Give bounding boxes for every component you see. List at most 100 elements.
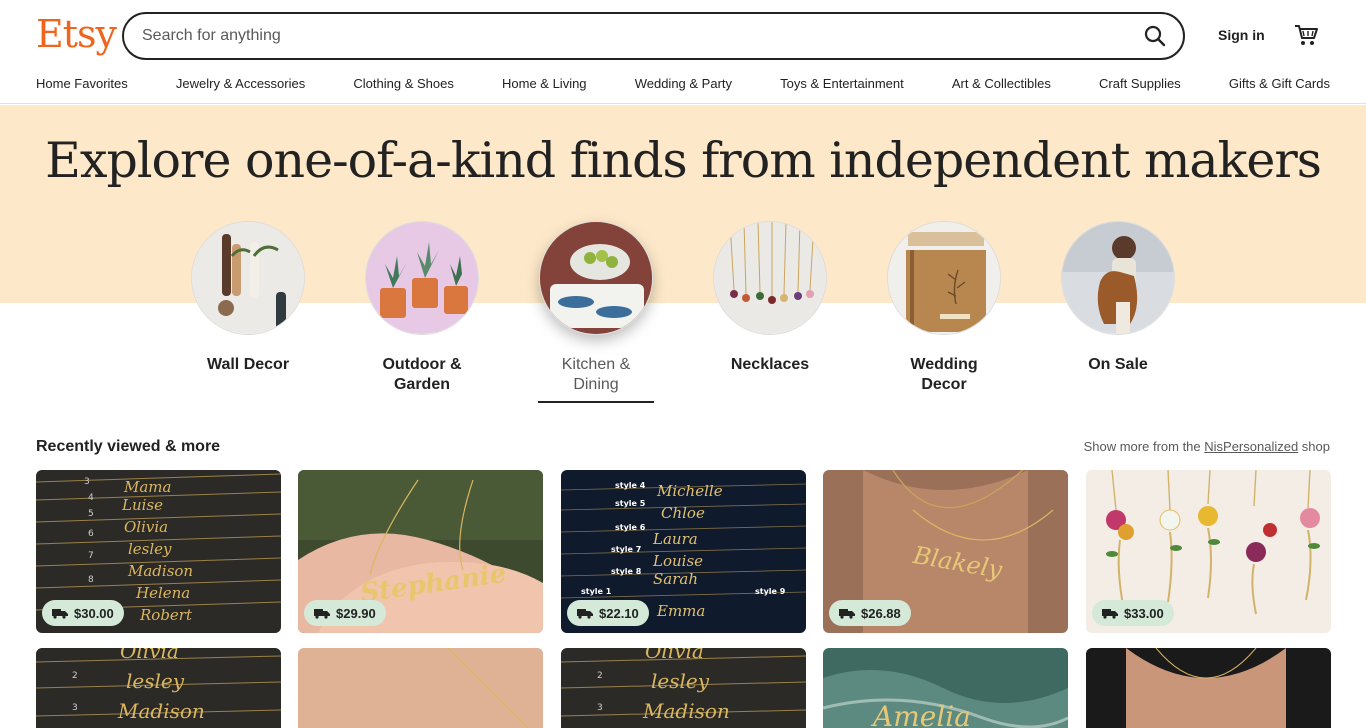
category-label: Outdoor & Garden [382,356,462,393]
price-badge: $29.90 [304,600,386,626]
nav-wedding-party[interactable]: Wedding & Party [635,76,732,94]
svg-text:4: 4 [88,493,94,503]
svg-text:Robert: Robert [139,606,193,624]
show-more-text: Show more from the NisPersonalized shop [1083,439,1330,454]
search-icon [1144,25,1166,47]
svg-text:Louise: Louise [652,552,703,570]
product-image: Olivia lesley Madison 2 3 [36,648,281,728]
svg-text:3: 3 [84,477,90,487]
category-on-sale[interactable]: On Sale [1060,221,1176,375]
product-card[interactable]: Amelia [823,648,1068,728]
svg-text:style 8: style 8 [611,567,642,576]
svg-text:Amelia: Amelia [870,700,971,728]
category-nav: Home Favorites Jewelry & Accessories Clo… [36,76,1330,94]
price-badge: $33.00 [1092,600,1174,626]
shopping-cart-icon[interactable] [1293,22,1319,48]
nav-art-collectibles[interactable]: Art & Collectibles [952,76,1051,94]
svg-text:Madison: Madison [127,562,193,580]
product-card[interactable] [298,648,543,728]
recently-viewed-title: Recently viewed & more [36,438,221,455]
svg-text:2: 2 [72,671,78,681]
svg-text:Michelle: Michelle [656,482,723,500]
svg-text:Chloe: Chloe [661,504,705,522]
product-image [1086,648,1331,728]
category-label: Kitchen & Dining [538,355,654,403]
svg-text:Mama: Mama [123,478,171,496]
svg-text:3: 3 [72,703,78,713]
category-label: Wall Decor [206,356,290,373]
shipping-truck-icon [1102,609,1118,619]
svg-text:3: 3 [597,703,603,713]
nav-craft-supplies[interactable]: Craft Supplies [1099,76,1181,94]
sign-in-link[interactable]: Sign in [1218,27,1265,43]
category-label: Wedding Decor [910,356,978,393]
category-label: On Sale [1088,356,1148,373]
svg-text:2: 2 [597,671,603,681]
shop-link[interactable]: NisPersonalized [1204,439,1298,454]
hero-title: Explore one-of-a-kind finds from indepen… [45,132,1322,189]
nav-toys-entertainment[interactable]: Toys & Entertainment [780,76,904,94]
nav-jewelry-accessories[interactable]: Jewelry & Accessories [176,76,305,94]
svg-text:style 9: style 9 [755,587,786,596]
category-outdoor-garden[interactable]: Outdoor & Garden [364,221,480,395]
svg-text:5: 5 [88,509,94,519]
category-label: Necklaces [730,356,810,373]
svg-text:Olivia: Olivia [645,648,704,663]
svg-text:lesley: lesley [128,540,172,558]
product-card[interactable]: Olivia lesley Madison 2 3 [561,648,806,728]
svg-text:7: 7 [88,551,94,561]
product-card[interactable]: Mama Luise Olivia lesley Madison Helena Robe… [36,470,281,633]
svg-text:Luise: Luise [121,496,163,514]
product-card[interactable]: Stephanie $29.90 [298,470,543,633]
shipping-truck-icon [314,609,330,619]
product-image: Olivia lesley Madison 2 3 [561,648,806,728]
svg-text:Olivia: Olivia [120,648,179,663]
search-bar[interactable] [122,12,1185,60]
category-image [887,221,1001,335]
nav-gifts-gift-cards[interactable]: Gifts & Gift Cards [1229,76,1330,94]
category-wall-decor[interactable]: Wall Decor [190,221,306,375]
svg-text:6: 6 [88,529,94,539]
etsy-logo[interactable]: Etsy [36,12,117,56]
product-card[interactable]: Michelle Chloe Laura Louise Sarah Emma style… [561,470,806,633]
price-badge: $30.00 [42,600,124,626]
svg-text:style 4: style 4 [615,481,646,490]
product-card[interactable]: Blakely $26.88 [823,470,1068,633]
site-header: Etsy Sign in Home Favorites Jewelry & Ac… [0,0,1366,104]
shipping-truck-icon [577,609,593,619]
category-wedding-decor[interactable]: Wedding Decor [886,221,1002,395]
shipping-truck-icon [839,609,855,619]
search-input[interactable] [142,14,1122,58]
product-card[interactable]: Olivia lesley Madison 2 3 [36,648,281,728]
category-image [713,221,827,335]
svg-text:lesley: lesley [651,669,710,693]
product-card[interactable] [1086,648,1331,728]
svg-text:Olivia: Olivia [124,518,168,536]
category-image [191,221,305,335]
nav-home-living[interactable]: Home & Living [502,76,587,94]
price-badge: $26.88 [829,600,911,626]
svg-text:Sarah: Sarah [653,570,698,588]
category-kitchen-dining[interactable]: Kitchen & Dining [538,221,654,403]
category-image [365,221,479,335]
nav-home-favorites[interactable]: Home Favorites [36,76,128,94]
svg-text:Madison: Madison [117,699,205,723]
svg-text:style 5: style 5 [615,499,646,508]
nav-clothing-shoes[interactable]: Clothing & Shoes [353,76,453,94]
svg-text:Laura: Laura [652,530,698,548]
category-image [539,221,653,335]
search-button[interactable] [1137,18,1173,54]
product-card[interactable]: $33.00 [1086,470,1331,633]
shipping-truck-icon [52,609,68,619]
product-image [298,648,543,728]
svg-text:lesley: lesley [126,669,185,693]
svg-text:style 1: style 1 [581,587,612,596]
svg-text:style 7: style 7 [611,545,641,554]
svg-text:style 6: style 6 [615,523,646,532]
product-image: Amelia [823,648,1068,728]
svg-text:Madison: Madison [642,699,730,723]
category-necklaces[interactable]: Necklaces [712,221,828,375]
svg-text:Helena: Helena [135,584,190,602]
price-badge: $22.10 [567,600,649,626]
svg-text:Emma: Emma [656,602,705,620]
